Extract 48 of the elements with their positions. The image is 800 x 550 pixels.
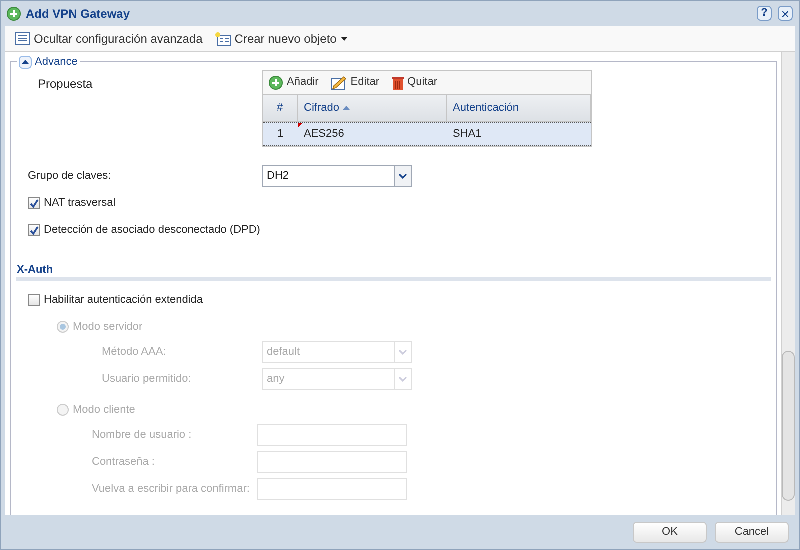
checkbox-label: Habilitar autenticación extendida	[44, 292, 203, 308]
add-icon	[7, 6, 21, 20]
radio-label: Modo cliente	[73, 402, 136, 418]
field-label: Método AAA:	[102, 344, 168, 360]
checkbox-label: NAT trasversal	[44, 196, 116, 211]
pencil-icon	[330, 76, 347, 90]
field-label: Contraseña :	[92, 454, 156, 470]
field-label: Grupo de claves:	[28, 168, 112, 184]
toolbar-button[interactable]: Crear nuevo objeto	[214, 30, 348, 48]
column-header[interactable]: Autenticación	[447, 95, 591, 121]
column-header[interactable]: Cifrado	[298, 95, 447, 121]
grid-action-button[interactable]: Añadir	[269, 74, 319, 91]
field-label: Nombre de usuario :	[92, 428, 193, 443]
field-label: Propuesta	[38, 76, 94, 90]
checkbox[interactable]	[28, 294, 40, 306]
window-title: Add VPN Gateway	[26, 6, 130, 22]
grid-action-button[interactable]: Editar	[330, 74, 380, 91]
table-cell: AES256	[298, 123, 447, 145]
scrollbar-thumb[interactable]	[782, 351, 795, 501]
up-triangle-icon	[22, 60, 29, 64]
section-title: X-Auth	[17, 263, 54, 276]
list-icon	[15, 32, 30, 45]
chevron-down-icon	[399, 350, 407, 354]
key-group-select[interactable]: DH2	[262, 165, 412, 187]
checkmark-icon	[30, 226, 38, 234]
trash-icon	[392, 76, 404, 90]
checkbox-label: Detección de asociado desconectado (DPD)	[44, 222, 260, 238]
checkmark-icon	[30, 198, 38, 208]
checkbox[interactable]	[28, 224, 40, 236]
help-button[interactable]: ?	[757, 6, 772, 21]
grid-row[interactable]: 1 AES256 SHA1	[263, 122, 591, 146]
chevron-down-icon	[399, 376, 407, 382]
field-label: Vuelva a escribir para confirmar:	[92, 482, 251, 497]
chevron-down-icon	[399, 174, 407, 178]
dialog-button[interactable]: Cancel	[715, 522, 789, 542]
close-button[interactable]: ×	[778, 6, 793, 21]
add-icon	[269, 76, 283, 90]
section-legend: Advance	[35, 54, 78, 70]
checkbox[interactable]	[28, 197, 40, 209]
collapse-toggle[interactable]	[19, 56, 32, 69]
toolbar-button[interactable]: Ocultar configuración avanzada	[15, 30, 203, 48]
table-cell-text: 1	[276, 126, 285, 142]
grid-action-button[interactable]: Quitar	[392, 74, 438, 91]
table-cell-text: SHA1	[452, 126, 483, 142]
radio-label: Modo servidor	[73, 320, 143, 335]
dialog-button[interactable]: OK	[633, 522, 707, 542]
column-header[interactable]: #	[263, 95, 298, 121]
field-label: Usuario permitido:	[102, 372, 192, 387]
